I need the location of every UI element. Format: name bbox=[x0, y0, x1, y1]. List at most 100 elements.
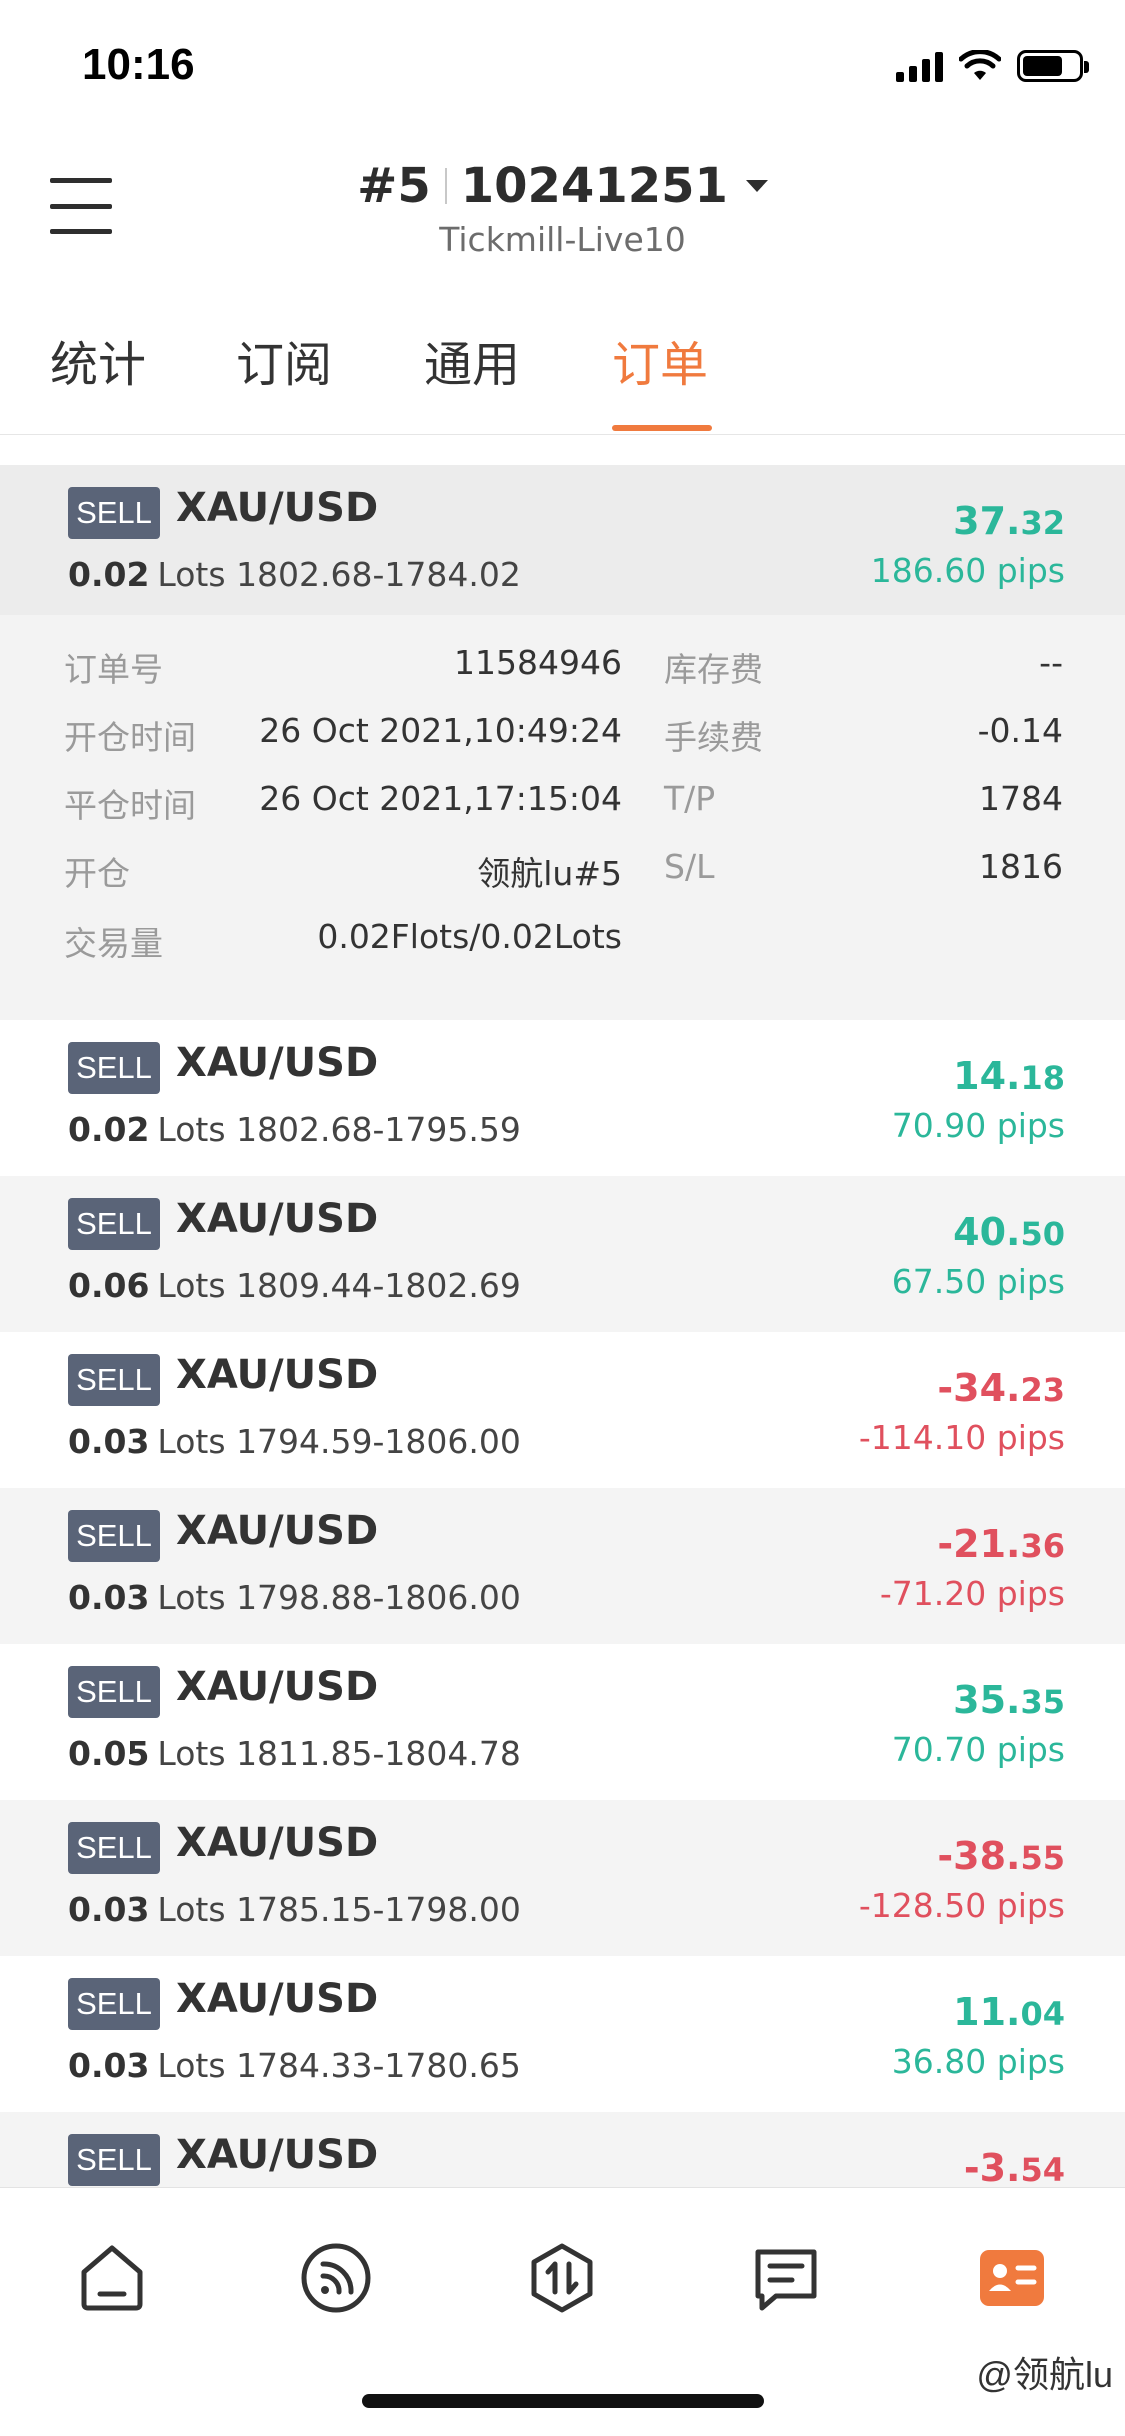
commission-label: 手续费 bbox=[664, 718, 763, 757]
lots-value: 0.02 bbox=[68, 555, 150, 594]
profit-value: 37.32 bbox=[953, 499, 1065, 543]
close-time-label: 平仓时间 bbox=[64, 786, 196, 825]
profit-value: 11.04 bbox=[953, 1990, 1065, 2034]
symbol-pair: XAU/USD bbox=[176, 1976, 379, 2022]
symbol-pair: XAU/USD bbox=[176, 2132, 379, 2178]
lots-line: 0.03 Lots 1794.59-1806.00 bbox=[68, 1422, 521, 1461]
stop-loss-label: S/L bbox=[664, 847, 715, 886]
pips-value: -71.20 pips bbox=[879, 1574, 1065, 1613]
open-time-value: 26 Oct 2021,10:49:24 bbox=[259, 711, 622, 750]
tab-general[interactable]: 通用 bbox=[424, 325, 520, 395]
order-row[interactable]: SELL XAU/USD 0.03 Lots 1798.88-1806.00 -2… bbox=[0, 1488, 1125, 1644]
account-number: 10241251 bbox=[460, 158, 728, 214]
profit-value: -34.23 bbox=[937, 1366, 1065, 1410]
pips-value: 70.70 pips bbox=[891, 1730, 1065, 1769]
order-list[interactable]: SELL XAU/USD 0.02 Lots 1802.68-1784.02 37… bbox=[0, 435, 1125, 2187]
battery-icon bbox=[1017, 50, 1089, 82]
list-top-spacer bbox=[0, 435, 1125, 465]
volume-label: 交易量 bbox=[64, 924, 163, 963]
profit-value: 35.35 bbox=[953, 1678, 1065, 1722]
symbol-pair: XAU/USD bbox=[176, 485, 379, 531]
status-time: 10:16 bbox=[82, 40, 195, 89]
order-details-panel: 订单号 11584946 开仓时间 26 Oct 2021,10:49:24 平… bbox=[0, 615, 1125, 1020]
cellular-signal-icon bbox=[896, 50, 943, 82]
home-indicator[interactable] bbox=[362, 2394, 764, 2408]
sell-badge: SELL bbox=[68, 1510, 160, 1562]
swap-label: 库存费 bbox=[664, 650, 763, 689]
symbol-pair: XAU/USD bbox=[176, 1664, 379, 1710]
wifi-icon bbox=[959, 50, 1001, 80]
sell-badge: SELL bbox=[68, 1822, 160, 1874]
open-time-label: 开仓时间 bbox=[64, 718, 196, 757]
sell-badge: SELL bbox=[68, 2134, 160, 2186]
symbol-pair: XAU/USD bbox=[176, 1352, 379, 1398]
symbol-pair: XAU/USD bbox=[176, 1040, 379, 1086]
pips-value: -114.10 pips bbox=[858, 1418, 1065, 1457]
status-bar: 10:16 bbox=[0, 0, 1125, 140]
order-row[interactable]: SELL XAU/USD -3.54 bbox=[0, 2112, 1125, 2187]
commission-value: -0.14 bbox=[977, 711, 1063, 750]
account-selector[interactable]: #5 10241251 Tickmill-Live10 bbox=[0, 158, 1125, 259]
server-name: Tickmill-Live10 bbox=[439, 220, 686, 259]
price-range: 1802.68-1784.02 bbox=[236, 555, 521, 594]
order-row[interactable]: SELL XAU/USD 0.02 Lots 1802.68-1795.59 14… bbox=[0, 1020, 1125, 1176]
open-source-label: 开仓 bbox=[64, 854, 130, 893]
watermark-text: @领航lu bbox=[976, 2354, 1113, 2395]
volume-value: 0.02Flots/0.02Lots bbox=[317, 917, 622, 956]
profit-value: -38.55 bbox=[937, 1834, 1065, 1878]
swap-value: -- bbox=[1039, 643, 1063, 682]
tab-bar: 统计 订阅 通用 订单 bbox=[0, 285, 1125, 435]
take-profit-value: 1784 bbox=[979, 779, 1063, 818]
app-header: #5 10241251 Tickmill-Live10 bbox=[0, 140, 1125, 285]
lots-label: Lots bbox=[157, 555, 226, 594]
profit-value: -3.54 bbox=[963, 2146, 1065, 2187]
order-row[interactable]: SELL XAU/USD 0.03 Lots 1794.59-1806.00 -3… bbox=[0, 1332, 1125, 1488]
home-icon[interactable] bbox=[72, 2238, 152, 2318]
profit-value: 14.18 bbox=[953, 1054, 1065, 1098]
active-tab-indicator bbox=[612, 425, 712, 431]
order-number-label: 订单号 bbox=[64, 650, 163, 689]
order-row[interactable]: SELL XAU/USD 0.03 Lots 1785.15-1798.00 -3… bbox=[0, 1800, 1125, 1956]
tab-orders[interactable]: 订单 bbox=[612, 325, 708, 395]
order-row[interactable]: SELL XAU/USD 0.03 Lots 1784.33-1780.65 11… bbox=[0, 1956, 1125, 2112]
close-time-value: 26 Oct 2021,17:15:04 bbox=[259, 779, 622, 818]
order-number-value: 11584946 bbox=[454, 643, 622, 682]
lots-line: 0.05 Lots 1811.85-1804.78 bbox=[68, 1734, 521, 1773]
pips-value: 186.60 pips bbox=[870, 551, 1065, 590]
tab-subscription[interactable]: 订阅 bbox=[236, 325, 332, 395]
pips-value: 67.50 pips bbox=[891, 1262, 1065, 1301]
lots-line: 0.02 Lots 1802.68-1795.59 bbox=[68, 1110, 521, 1149]
lots-line: 0.02 Lots 1802.68-1784.02 bbox=[68, 555, 521, 594]
order-row[interactable]: SELL XAU/USD 0.06 Lots 1809.44-1802.69 40… bbox=[0, 1176, 1125, 1332]
profit-value: -21.36 bbox=[937, 1522, 1065, 1566]
lots-line: 0.03 Lots 1784.33-1780.65 bbox=[68, 2046, 521, 2085]
message-icon[interactable] bbox=[746, 2238, 826, 2318]
lots-line: 0.06 Lots 1809.44-1802.69 bbox=[68, 1266, 521, 1305]
open-source-value: 领航lu#5 bbox=[477, 854, 622, 893]
symbol-pair: XAU/USD bbox=[176, 1820, 379, 1866]
account-prefix: #5 bbox=[357, 158, 431, 214]
stop-loss-value: 1816 bbox=[979, 847, 1063, 886]
pips-value: -128.50 pips bbox=[858, 1886, 1065, 1925]
lots-line: 0.03 Lots 1785.15-1798.00 bbox=[68, 1890, 521, 1929]
pips-value: 70.90 pips bbox=[891, 1106, 1065, 1145]
title-divider bbox=[444, 168, 447, 204]
symbol-pair: XAU/USD bbox=[176, 1196, 379, 1242]
signal-feed-icon[interactable] bbox=[296, 2238, 376, 2318]
chevron-down-icon bbox=[745, 180, 768, 192]
order-row[interactable]: SELL XAU/USD 0.05 Lots 1811.85-1804.78 35… bbox=[0, 1644, 1125, 1800]
sell-badge: SELL bbox=[68, 1198, 160, 1250]
sell-badge: SELL bbox=[68, 1666, 160, 1718]
sell-badge: SELL bbox=[68, 1354, 160, 1406]
profile-card-icon[interactable] bbox=[972, 2238, 1052, 2318]
order-row-selected[interactable]: SELL XAU/USD 0.02 Lots 1802.68-1784.02 37… bbox=[0, 465, 1125, 615]
take-profit-label: T/P bbox=[664, 779, 716, 818]
sell-badge: SELL bbox=[68, 1978, 160, 2030]
sell-badge: SELL bbox=[68, 487, 160, 539]
pips-value: 36.80 pips bbox=[891, 2042, 1065, 2081]
profit-value: 40.50 bbox=[953, 1210, 1065, 1254]
tab-statistics[interactable]: 统计 bbox=[50, 325, 146, 395]
symbol-pair: XAU/USD bbox=[176, 1508, 379, 1554]
sell-badge: SELL bbox=[68, 1042, 160, 1094]
trade-icon[interactable] bbox=[522, 2238, 602, 2318]
